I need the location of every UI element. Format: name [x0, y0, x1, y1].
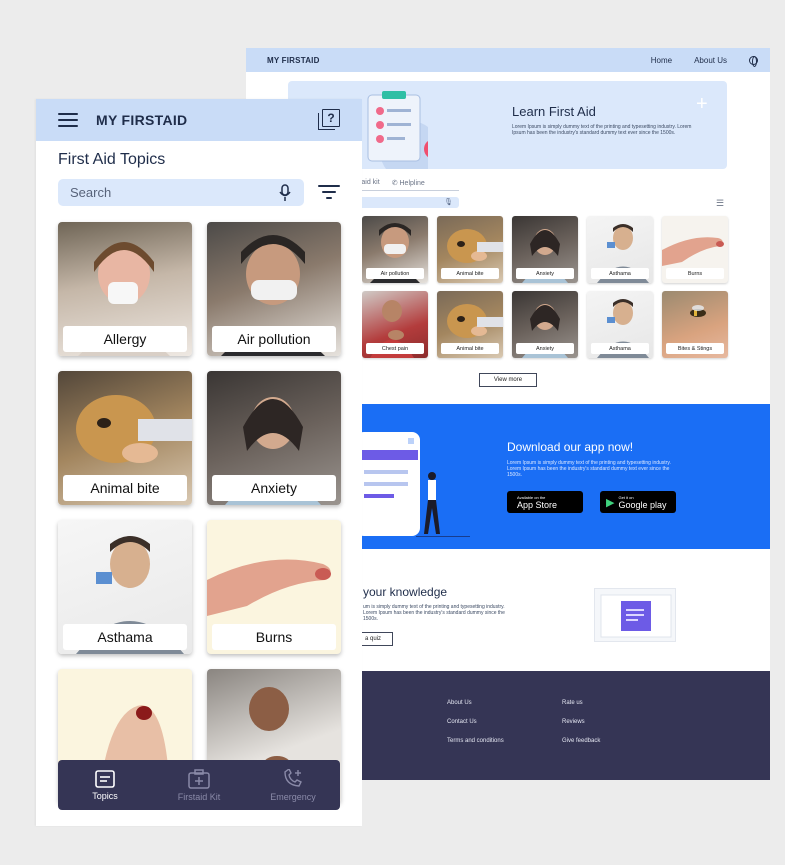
google-play-button[interactable]: ▶ Get it on Google play [600, 491, 676, 513]
nav-firstaid-kit-label: Firstaid Kit [177, 791, 221, 802]
topic-card-air-pollution[interactable]: Air pollution [207, 222, 341, 356]
desktop-card-label: Animal bite [441, 343, 499, 354]
nav-topics[interactable]: Topics [65, 769, 145, 801]
download-title: Download our app now! [507, 440, 634, 454]
footer-terms-link[interactable]: Terms and conditions [447, 738, 504, 744]
desktop-search-input[interactable]: 🎙 [354, 197, 459, 208]
search-field[interactable] [58, 179, 304, 206]
topic-card-allergy[interactable]: Allergy [58, 222, 192, 356]
desktop-card-label: Asthama [591, 343, 649, 354]
bottom-navigation: Topics Firstaid Kit Emergency [58, 760, 340, 810]
quiz-text: um is simply dummy text of the printing … [363, 604, 505, 622]
hero-title: Learn First Aid [512, 104, 596, 119]
nav-firstaid-kit[interactable]: Firstaid Kit [159, 768, 239, 802]
topic-grid: Allergy Air pollution Animal bite Anxiet… [58, 222, 341, 803]
tab-helpline[interactable]: ✆ Helpline [392, 179, 425, 187]
mobile-logo: MY FIRSTAID [96, 112, 188, 128]
desktop-card-label: Asthama [591, 268, 649, 279]
desktop-card-anxiety[interactable]: Anxiety [512, 216, 578, 283]
topic-card-label: Animal bite [63, 475, 187, 501]
desktop-card-bites-stings[interactable]: Bites & Stings [662, 291, 728, 358]
nav-topics-label: Topics [92, 790, 118, 801]
topic-card-asthama[interactable]: Asthama [58, 520, 192, 654]
footer-contact-link[interactable]: Contact Us [447, 719, 477, 725]
desktop-topic-grid: Air pollution Animal bite Anxiety Astham… [362, 216, 728, 358]
firstaid-kit-icon [188, 768, 210, 789]
desktop-card-animal-bite-2[interactable]: Animal bite [437, 291, 503, 358]
mic-icon[interactable]: 🎙 [444, 198, 453, 206]
desktop-card-label: Burns [666, 268, 724, 279]
view-more-button[interactable]: View more [479, 373, 537, 387]
search-input[interactable] [70, 185, 278, 200]
desktop-card-air-pollution[interactable]: Air pollution [362, 216, 428, 283]
tab-divider [354, 190, 459, 191]
desktop-card-label: Anxiety [516, 268, 574, 279]
desktop-tabs: st aid kit ✆ Helpline [354, 179, 425, 187]
document-illustration [594, 588, 676, 642]
topic-card-animal-bite[interactable]: Animal bite [58, 371, 192, 505]
desktop-logo[interactable]: MY FIRSTAID [267, 56, 320, 65]
globe-icon[interactable] [749, 55, 758, 67]
quiz-title: your knowledge [363, 585, 448, 599]
desktop-card-label: Bites & Stings [666, 343, 724, 354]
footer-rate-link[interactable]: Rate us [562, 700, 583, 706]
desktop-navbar: MY FIRSTAID Home About Us [246, 48, 770, 72]
nav-link-about[interactable]: About Us [694, 56, 727, 65]
desktop-card-label: Anxiety [516, 343, 574, 354]
hamburger-menu-icon[interactable] [58, 113, 78, 127]
topic-card-burns[interactable]: Burns [207, 520, 341, 654]
app-store-big-label: App Store [517, 499, 558, 510]
google-play-big-label: Google play [618, 499, 667, 510]
desktop-card-animal-bite[interactable]: Animal bite [437, 216, 503, 283]
desktop-card-label: Air pollution [366, 268, 424, 279]
topics-icon [95, 769, 115, 788]
filter-icon[interactable]: ☰ [716, 198, 724, 209]
topic-card-label: Air pollution [212, 326, 336, 352]
topic-card-anxiety[interactable]: Anxiety [207, 371, 341, 505]
filter-icon[interactable] [318, 183, 340, 201]
mic-icon[interactable] [278, 183, 292, 202]
nav-emergency-label: Emergency [270, 791, 316, 802]
footer-reviews-link[interactable]: Reviews [562, 719, 585, 725]
footer-about-link[interactable]: About Us [447, 700, 472, 706]
play-icon: ▶ [606, 496, 615, 509]
hero-text: Lorem Ipsum is simply dummy text of the … [512, 124, 692, 136]
plus-icon: + [696, 93, 708, 115]
topic-card-label: Asthama [63, 624, 187, 650]
nav-link-home[interactable]: Home [651, 56, 672, 65]
emergency-phone-icon [284, 768, 302, 787]
phone-icon: ✆ [391, 180, 400, 187]
desktop-card-chest-pain[interactable]: Chest pain [362, 291, 428, 358]
nav-emergency[interactable]: Emergency [253, 768, 333, 802]
desktop-card-asthama-2[interactable]: Asthama [587, 291, 653, 358]
desktop-card-label: Chest pain [366, 343, 424, 354]
page-title: First Aid Topics [58, 151, 166, 168]
desktop-card-label: Animal bite [441, 268, 499, 279]
document-icon [600, 594, 672, 638]
download-text: Lorem Ipsum is simply dummy text of the … [507, 460, 671, 478]
app-store-button[interactable]: Available on the App Store [507, 491, 583, 513]
help-icon[interactable]: ? [318, 109, 340, 131]
desktop-card-burns[interactable]: Burns [662, 216, 728, 283]
mobile-header: MY FIRSTAID ? [36, 99, 362, 141]
topic-card-label: Burns [212, 624, 336, 650]
footer-feedback-link[interactable]: Give feedback [562, 738, 600, 744]
desktop-card-asthama[interactable]: Asthama [587, 216, 653, 283]
topic-card-label: Allergy [63, 326, 187, 352]
mobile-mockup: MY FIRSTAID ? First Aid Topics Allergy A… [36, 99, 362, 826]
topic-card-label: Anxiety [212, 475, 336, 501]
desktop-card-anxiety-2[interactable]: Anxiety [512, 291, 578, 358]
tab-helpline-label: Helpline [399, 180, 425, 187]
